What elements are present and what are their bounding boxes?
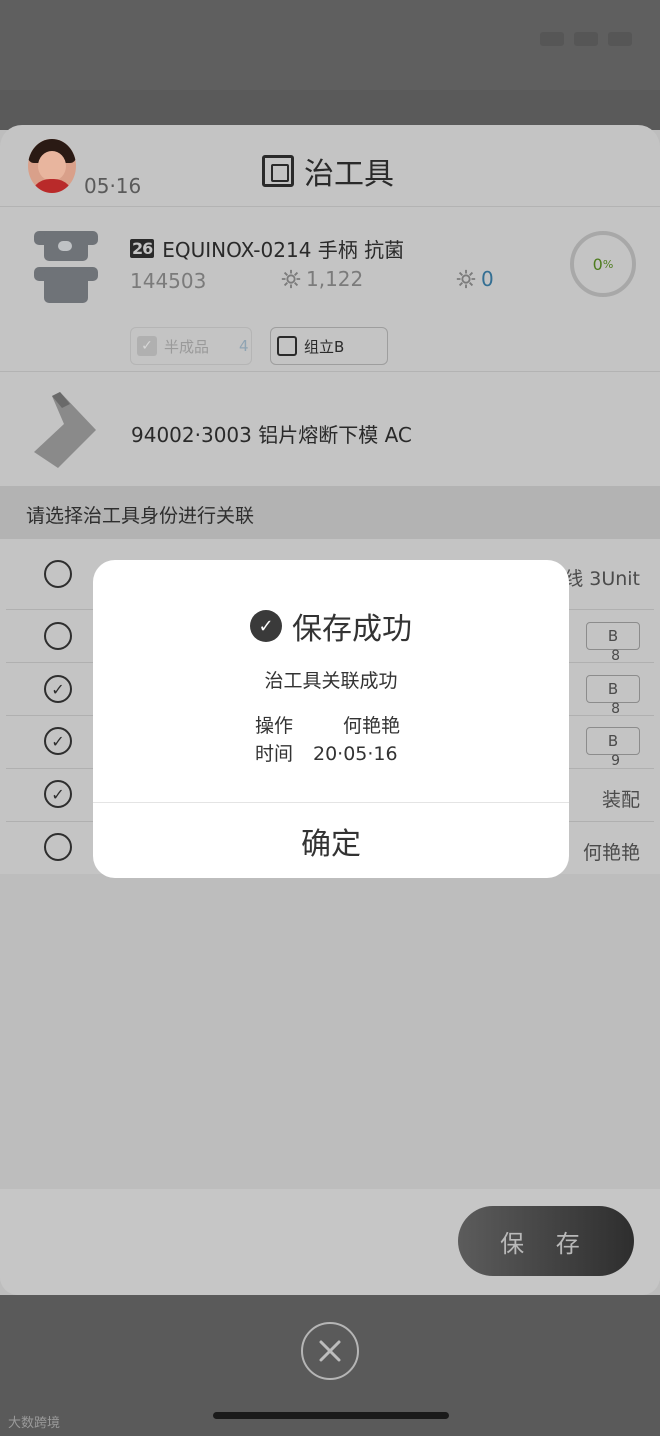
watermark: 大数跨境 bbox=[8, 1416, 61, 1431]
home-indicator bbox=[213, 1412, 449, 1419]
chip1-label: 半成品 bbox=[164, 337, 210, 356]
mold-label: 94002·3003 铝片熔断下模 AC bbox=[131, 423, 412, 447]
save-button[interactable]: 保 存 bbox=[458, 1206, 634, 1276]
checkbox-icon bbox=[277, 336, 297, 356]
sheet-header: 05·16 治工具 bbox=[0, 125, 660, 207]
row-radio[interactable] bbox=[44, 560, 72, 588]
dialog-info: 操作 何艳艳 时间 20·05·16 bbox=[255, 712, 400, 768]
tool-gear-count-2: 0 bbox=[455, 267, 494, 291]
row-badge: B bbox=[586, 675, 640, 703]
tool-code: 144503 bbox=[130, 269, 207, 293]
background-strip bbox=[0, 90, 660, 130]
row-radio-checked[interactable]: ✓ bbox=[44, 675, 72, 703]
row-radio-checked[interactable]: ✓ bbox=[44, 780, 72, 808]
op-label: 操作 bbox=[255, 715, 294, 737]
chip2-label: 组立B bbox=[304, 337, 345, 356]
tool-gear-count-1: 1,122 bbox=[280, 267, 363, 291]
gear-count-1-value: 1,122 bbox=[306, 267, 364, 291]
row-right-text: 何艳艳 bbox=[582, 842, 640, 864]
avatar[interactable] bbox=[28, 139, 76, 193]
prompt-text: 请选择治工具身份进行关联 bbox=[26, 505, 255, 527]
progress-unit: % bbox=[602, 257, 614, 271]
row-radio[interactable] bbox=[44, 833, 72, 861]
checkbox-checked-icon: ✓ bbox=[137, 336, 157, 356]
time-value: 20·05·16 bbox=[313, 743, 398, 765]
dialog-message: 治工具关联成功 bbox=[264, 670, 398, 692]
op-value: 何艳艳 bbox=[343, 715, 401, 737]
page-title: 治工具 bbox=[262, 149, 394, 193]
prompt-bar: 请选择治工具身份进行关联 bbox=[0, 486, 660, 539]
row-radio-checked[interactable]: ✓ bbox=[44, 727, 72, 755]
status-icons bbox=[540, 32, 632, 46]
success-dialog: ✓ 保存成功 治工具关联成功 操作 何艳艳 时间 20·05·16 确定 bbox=[93, 560, 569, 878]
check-circle-icon: ✓ bbox=[250, 610, 282, 642]
row-badge: B bbox=[586, 727, 640, 755]
tool-title: 26 EQUINOX-0214 手柄 抗菌 bbox=[130, 234, 404, 263]
dialog-title-text: 保存成功 bbox=[292, 612, 412, 647]
chip-assembly-b[interactable]: 组立B bbox=[270, 327, 388, 365]
row-radio[interactable] bbox=[44, 622, 72, 650]
dialog-title: ✓ 保存成功 bbox=[93, 604, 569, 648]
gear-icon bbox=[456, 269, 476, 289]
close-button[interactable] bbox=[301, 1322, 359, 1380]
row-right-text: 装配 bbox=[601, 789, 640, 811]
empty-area bbox=[0, 874, 660, 1189]
tool-name: EQUINOX-0214 手柄 抗菌 bbox=[162, 238, 405, 262]
progress-value: 0 bbox=[592, 254, 603, 274]
close-icon bbox=[319, 1340, 341, 1362]
gear-icon bbox=[281, 269, 301, 289]
fixture-icon bbox=[262, 155, 294, 187]
page-title-text: 治工具 bbox=[304, 157, 394, 192]
status-bar bbox=[0, 0, 660, 90]
header-date: 05·16 bbox=[84, 174, 142, 198]
row-right-text: 线 3Unit bbox=[564, 568, 640, 590]
row-badge: B bbox=[586, 622, 640, 650]
row-badge-num: 9 bbox=[611, 753, 620, 769]
chip1-count: 4 bbox=[239, 337, 249, 355]
mold-image bbox=[34, 392, 96, 468]
progress-ring: 0% bbox=[570, 231, 636, 297]
confirm-button[interactable]: 确定 bbox=[93, 803, 569, 878]
gear-count-2-value: 0 bbox=[481, 267, 494, 291]
time-label: 时间 bbox=[255, 743, 294, 765]
tool-badge: 26 bbox=[130, 239, 155, 258]
chip-semi-finished[interactable]: ✓ 半成品 4 bbox=[130, 327, 252, 365]
tool-image bbox=[30, 227, 102, 309]
